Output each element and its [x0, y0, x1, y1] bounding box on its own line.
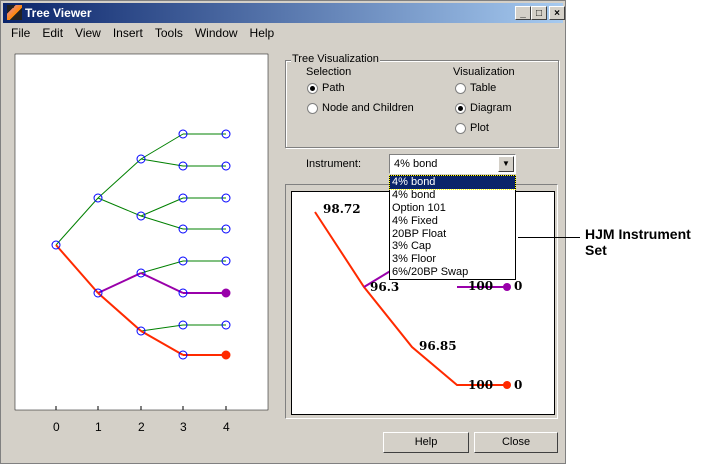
instrument-option[interactable]: 6%/20BP Swap [390, 266, 515, 279]
close-window-button[interactable]: × [549, 6, 565, 20]
x-tick-label: 3 [180, 420, 187, 434]
radio-plot-label: Plot [470, 122, 489, 134]
instrument-option[interactable]: Option 101 [390, 202, 515, 215]
instrument-option[interactable]: 4% bond [389, 175, 516, 190]
instrument-dropdown-list[interactable]: 4% bond 4% bond Option 101 4% Fixed 20BP Flo… [389, 175, 516, 280]
label-red-100: 100 [468, 378, 494, 392]
instrument-option[interactable]: 4% Fixed [390, 215, 515, 228]
label-red-0: 0 [514, 378, 523, 392]
radio-path[interactable] [307, 83, 318, 94]
tree-node [221, 350, 231, 360]
radio-node-and-children[interactable] [307, 103, 318, 114]
radio-path-label: Path [322, 82, 345, 94]
close-button[interactable]: Close [474, 432, 558, 453]
instrument-option[interactable]: 3% Cap [390, 240, 515, 253]
x-tick-label: 4 [223, 420, 230, 434]
tree-viewer-window: Tree Viewer _ □ × File Edit View Insert … [0, 0, 566, 464]
x-tick-label: 1 [95, 420, 102, 434]
instrument-option[interactable]: 20BP Float [390, 228, 515, 241]
label-purple-100: 100 [468, 279, 494, 293]
selection-label: Selection [306, 66, 352, 78]
instrument-option[interactable]: 3% Floor [390, 253, 515, 266]
minimize-button[interactable]: _ [515, 6, 531, 20]
chevron-down-icon[interactable]: ▼ [498, 156, 514, 172]
instrument-dropdown[interactable]: 4% bond ▼ [389, 154, 516, 174]
x-tick-label: 2 [138, 420, 145, 434]
red-end-node [503, 381, 511, 389]
label-96-85: 96.85 [419, 339, 457, 353]
label-96-3: 96.3 [370, 280, 400, 294]
radio-diagram[interactable] [455, 103, 466, 114]
annotation-label: HJM Instrument Set [585, 226, 691, 258]
instrument-label: Instrument: [306, 158, 362, 170]
maximize-button[interactable]: □ [531, 6, 547, 20]
label-purple-0: 0 [514, 279, 523, 293]
radio-diagram-label: Diagram [470, 102, 512, 114]
help-button[interactable]: Help [383, 432, 469, 453]
visualization-label: Visualization [453, 66, 515, 78]
radio-plot[interactable] [455, 123, 466, 134]
tree-plot[interactable] [1, 1, 281, 441]
annotation-line [518, 237, 580, 238]
tree-visualization-title: Tree Visualization [291, 53, 380, 65]
instrument-value: 4% bond [394, 158, 438, 170]
radio-node-and-children-label: Node and Children [322, 102, 414, 114]
purple-end-node [503, 283, 511, 291]
radio-table[interactable] [455, 83, 466, 94]
radio-table-label: Table [470, 82, 497, 94]
tree-node [221, 288, 231, 298]
x-tick-label: 0 [53, 420, 60, 434]
instrument-option[interactable]: 4% bond [390, 189, 515, 202]
label-98-72: 98.72 [323, 202, 361, 216]
